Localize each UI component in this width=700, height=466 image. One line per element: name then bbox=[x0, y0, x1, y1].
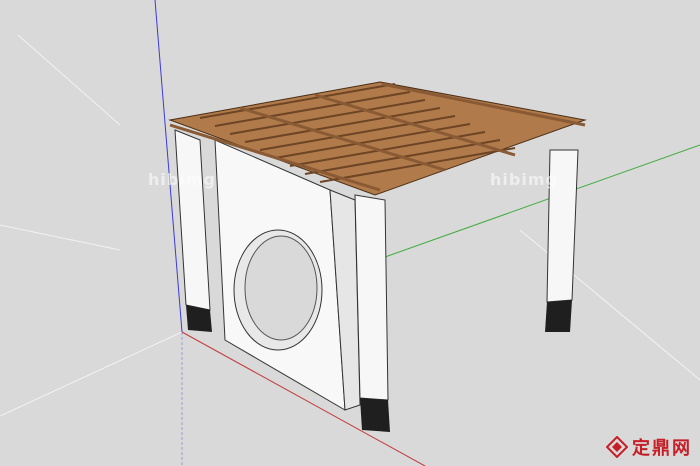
right-post-footing bbox=[545, 300, 572, 332]
3d-scene[interactable] bbox=[0, 0, 700, 466]
front-post-footing bbox=[360, 398, 390, 432]
left-post[interactable] bbox=[174, 129, 211, 311]
diamond-logo-icon bbox=[606, 436, 628, 458]
guide-line bbox=[0, 331, 183, 417]
front-post[interactable] bbox=[354, 194, 389, 401]
brand-badge: 定鼎网 bbox=[606, 434, 692, 460]
moon-gate-inner bbox=[244, 235, 318, 341]
model-viewport[interactable]: hibimg hibimg 定鼎网 bbox=[0, 0, 700, 466]
guide-line bbox=[17, 34, 121, 126]
watermark: hibimg bbox=[490, 170, 558, 189]
brand-text: 定鼎网 bbox=[632, 438, 692, 459]
guide-line bbox=[0, 224, 121, 251]
watermark: hibimg bbox=[148, 170, 216, 189]
